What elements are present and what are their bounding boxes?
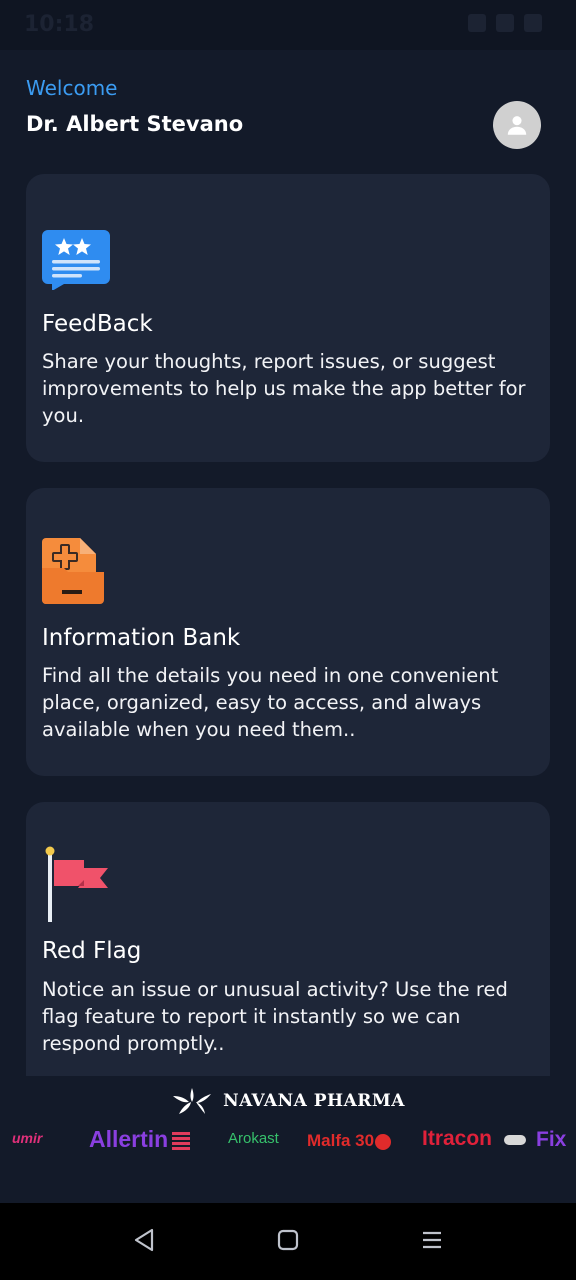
product-logo: Itracon — [422, 1127, 493, 1150]
signal-icon — [496, 14, 514, 32]
company-name: NAVANA PHARMA — [223, 1091, 405, 1111]
product-logo-mark — [172, 1132, 190, 1150]
user-icon — [507, 116, 527, 135]
welcome-label: Welcome — [26, 76, 118, 100]
battery-icon — [524, 14, 542, 32]
profile-avatar-button[interactable] — [493, 101, 541, 149]
wifi-icon — [468, 14, 486, 32]
card-description: Find all the details you need in one con… — [42, 664, 499, 741]
product-logos: umir Allertin Arokast Malfa 30 Itracon F… — [0, 1126, 576, 1160]
back-icon[interactable] — [132, 1227, 156, 1253]
card-title: Information Bank — [42, 625, 241, 651]
navana-flower-icon — [173, 1088, 212, 1114]
information-bank-card[interactable]: Information Bank Find all the details yo… — [26, 488, 550, 776]
navana-pharma-logo: NAVANA PHARMA — [0, 1084, 576, 1118]
product-logo: Arokast — [228, 1130, 279, 1147]
system-navigation-bar — [0, 1203, 576, 1280]
product-logo-mark — [375, 1134, 391, 1150]
product-logo: Allertin — [89, 1126, 169, 1152]
product-logo-mark — [504, 1135, 526, 1145]
card-title: FeedBack — [42, 311, 153, 337]
feedback-icon — [42, 228, 110, 294]
menu-icon[interactable] — [421, 1227, 443, 1253]
medical-folder-icon — [42, 534, 104, 612]
home-icon[interactable] — [277, 1227, 299, 1253]
red-flag-card[interactable]: Red Flag Notice an issue or unusual acti… — [26, 802, 550, 1077]
status-bar: 10:18 — [0, 0, 576, 50]
sponsor-banner: NAVANA PHARMA umir Allertin Arokast Malf… — [0, 1076, 576, 1203]
product-logo: Fix — [536, 1128, 567, 1151]
status-time: 10:18 — [24, 12, 95, 37]
red-flag-icon — [42, 846, 112, 928]
product-logo: umir — [12, 1130, 43, 1146]
card-description: Share your thoughts, report issues, or s… — [42, 350, 526, 427]
card-description: Notice an issue or unusual activity? Use… — [42, 978, 508, 1055]
product-logo: Malfa 30 — [307, 1131, 375, 1150]
card-title: Red Flag — [42, 938, 142, 964]
status-icons — [468, 14, 542, 32]
doctor-name: Dr. Albert Stevano — [26, 112, 244, 136]
feedback-card[interactable]: FeedBack Share your thoughts, report iss… — [26, 174, 550, 462]
